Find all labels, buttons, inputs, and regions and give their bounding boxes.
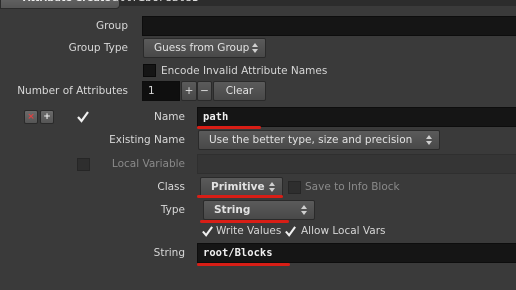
existing-name-menu[interactable]: Use the better type, size and precision	[198, 130, 440, 150]
group-label: Group	[96, 20, 128, 32]
minus-label: −	[200, 85, 209, 97]
menu-arrows-icon	[301, 205, 307, 215]
string-label: String	[153, 247, 185, 259]
menu-arrows-icon	[252, 43, 258, 53]
group-field[interactable]	[142, 16, 516, 36]
insert-label: +	[43, 112, 51, 122]
existing-name-value: Use the better type, size and precision	[209, 134, 413, 146]
local-variable-label: Local Variable	[111, 158, 185, 170]
encode-label: Encode Invalid Attribute Names	[161, 65, 328, 77]
existing-name-label: Existing Name	[109, 134, 185, 146]
group-type-menu[interactable]: Guess from Group	[143, 38, 266, 58]
string-highlight	[197, 263, 290, 266]
plus-label: +	[184, 85, 194, 97]
add-attr-button[interactable]: +	[181, 81, 197, 101]
num-attrs-field[interactable]: 1	[142, 81, 180, 101]
string-field[interactable]: root/Blocks	[197, 243, 516, 263]
group-type-value: Guess from Group	[154, 42, 250, 54]
write-values-checkmark-icon[interactable]	[201, 225, 214, 238]
type-menu[interactable]: String	[203, 200, 315, 220]
allow-local-vars-label: Allow Local Vars	[301, 225, 386, 237]
name-field[interactable]: path	[197, 107, 516, 127]
remove-instance-button[interactable]: ×	[24, 110, 38, 124]
name-highlight	[197, 126, 261, 129]
allow-local-vars-checkmark-icon[interactable]	[284, 225, 297, 238]
group-type-label: Group Type	[68, 42, 128, 54]
class-label: Class	[157, 181, 185, 193]
clear-label: Clear	[225, 85, 254, 97]
write-values-label: Write Values	[216, 225, 282, 237]
clear-button[interactable]: Clear	[213, 81, 266, 101]
class-menu[interactable]: Primitive	[200, 177, 283, 197]
menu-arrows-icon	[269, 182, 275, 192]
encode-checkbox[interactable]	[143, 64, 156, 77]
class-value: Primitive	[211, 181, 265, 193]
class-highlight	[197, 195, 283, 198]
insert-instance-button[interactable]: +	[40, 110, 54, 124]
menu-arrows-icon	[426, 135, 432, 145]
name-label: Name	[154, 111, 185, 123]
remove-label: ×	[27, 112, 35, 122]
node-name: attribcreate1	[112, 0, 198, 5]
num-attrs-label: Number of Attributes	[17, 85, 128, 97]
save-info-checkbox[interactable]	[288, 181, 301, 194]
type-value: String	[214, 204, 251, 216]
node-type-tab[interactable]: Attribute Create	[0, 0, 120, 9]
local-variable-field[interactable]	[197, 154, 516, 174]
remove-attr-button[interactable]: −	[197, 81, 212, 101]
type-label: Type	[160, 204, 185, 216]
node-type-label: Attribute Create	[23, 0, 111, 4]
save-info-label: Save to Info Block	[305, 181, 400, 193]
